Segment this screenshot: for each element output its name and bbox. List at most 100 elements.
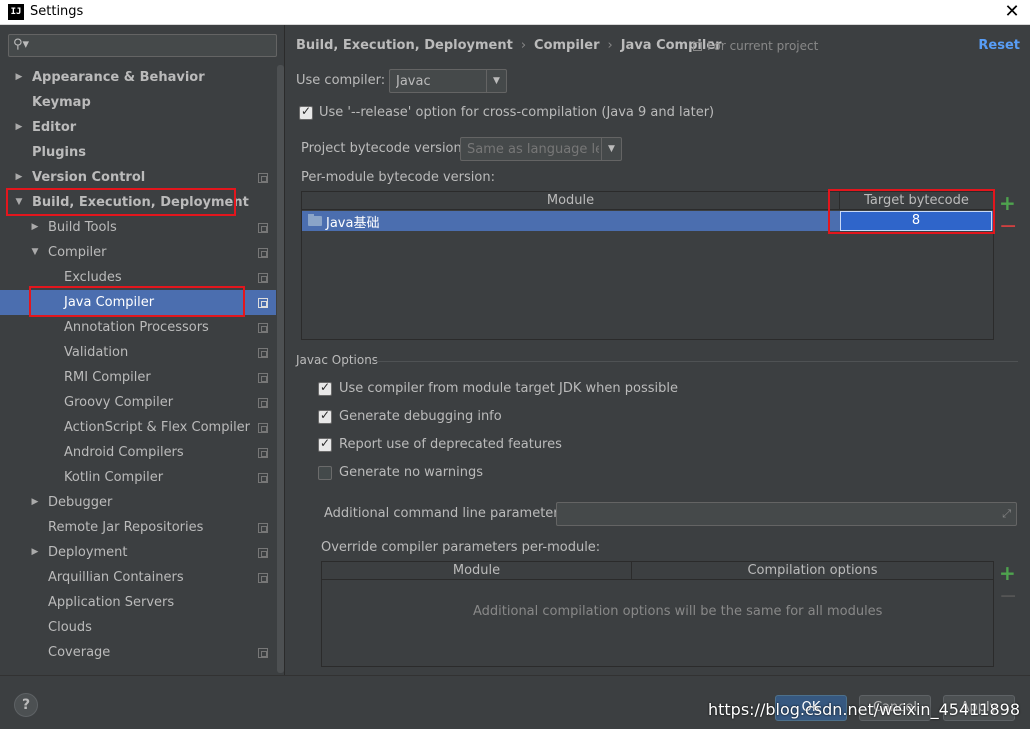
override-label: Override compiler parameters per-module:: [321, 540, 601, 555]
expand-arrow-icon[interactable]: ▶: [13, 165, 25, 190]
release-option-checkbox[interactable]: [299, 104, 313, 120]
project-scope-icon: [258, 548, 268, 558]
sidebar-item-label: Coverage: [48, 645, 111, 660]
expand-arrow-icon[interactable]: ▶: [13, 115, 25, 140]
sidebar-item-coverage[interactable]: Coverage: [0, 640, 276, 665]
project-scope-icon: [258, 398, 268, 408]
sidebar-item-version-control[interactable]: ▶ Version Control: [0, 165, 276, 190]
window-title: Settings: [30, 4, 84, 19]
reset-link[interactable]: Reset: [978, 38, 1020, 53]
debug-info-checkbox[interactable]: [318, 408, 332, 424]
title-bar: IJ Settings ✕: [0, 0, 1030, 25]
project-scope-icon: [258, 223, 268, 233]
debug-info-label: Generate debugging info: [339, 409, 502, 424]
column-header-module[interactable]: Module: [322, 562, 632, 580]
sidebar-item-label: Application Servers: [48, 595, 175, 610]
sidebar-item-android-compilers[interactable]: Android Compilers: [0, 440, 276, 465]
column-header-compilation-options[interactable]: Compilation options: [632, 562, 993, 580]
table-header: Module Compilation options: [322, 562, 993, 580]
sidebar-item-annotation-processors[interactable]: Annotation Processors: [0, 315, 276, 340]
project-bytecode-select[interactable]: Same as language level ▼: [460, 137, 622, 161]
close-window-button[interactable]: ✕: [1002, 1, 1022, 23]
sidebar-item-editor[interactable]: ▶ Editor: [0, 115, 276, 140]
intellij-app-icon: IJ: [8, 4, 24, 20]
search-icon: ⚲▾: [13, 37, 30, 52]
group-divider: [374, 361, 1018, 362]
deprecated-checkbox[interactable]: [318, 436, 332, 452]
sidebar-item-deployment[interactable]: ▶ Deployment: [0, 540, 276, 565]
project-scope-icon: [693, 42, 702, 51]
project-scope-icon: [258, 473, 268, 483]
sidebar-item-validation[interactable]: Validation: [0, 340, 276, 365]
sidebar-item-kotlin-compiler[interactable]: Kotlin Compiler: [0, 465, 276, 490]
sidebar-item-label: Plugins: [32, 145, 86, 160]
help-button[interactable]: ?: [14, 693, 38, 717]
highlight-box: [828, 189, 995, 234]
sidebar-item-label: Validation: [64, 345, 129, 360]
sidebar-item-label: Keymap: [32, 95, 91, 110]
no-warnings-label: Generate no warnings: [339, 465, 484, 480]
breadcrumb-item: Build, Execution, Deployment: [296, 38, 513, 53]
sidebar-item-actionscript-flex-compiler[interactable]: ActionScript & Flex Compiler: [0, 415, 276, 440]
watermark-text: https://blog.csdn.net/weixin_45411898: [707, 700, 1020, 719]
sidebar-item-build-tools[interactable]: ▶ Build Tools: [0, 215, 276, 240]
expand-arrow-icon[interactable]: ▶: [29, 540, 41, 565]
add-override-icon[interactable]: +: [999, 563, 1016, 583]
sidebar-item-clouds[interactable]: Clouds: [0, 615, 276, 640]
use-compiler-select[interactable]: Javac ▼: [389, 69, 507, 93]
sidebar-scrollbar[interactable]: [277, 65, 284, 673]
override-table: Module Compilation options Additional co…: [321, 561, 994, 667]
chevron-down-icon[interactable]: ▼: [486, 70, 506, 92]
expand-arrow-icon[interactable]: ▶: [29, 490, 41, 515]
additional-params-input[interactable]: ⤢: [556, 502, 1017, 526]
dialog-footer: ? OK Cancel Apply https://blog.csdn.net/…: [0, 675, 1030, 729]
sidebar-item-appearance-behavior[interactable]: ▶ Appearance & Behavior: [0, 65, 276, 90]
sidebar-item-groovy-compiler[interactable]: Groovy Compiler: [0, 390, 276, 415]
sidebar-item-label: Compiler: [48, 245, 107, 260]
settings-search-input[interactable]: ⚲▾: [8, 34, 277, 57]
use-module-jdk-label: Use compiler from module target JDK when…: [339, 381, 678, 396]
breadcrumb-separator: ›: [607, 38, 613, 53]
project-scope-icon: [258, 373, 268, 383]
sidebar-item-rmi-compiler[interactable]: RMI Compiler: [0, 365, 276, 390]
javac-options-title: Javac Options: [296, 353, 379, 367]
no-warnings-checkbox[interactable]: [318, 466, 332, 480]
remove-override-icon: −: [999, 584, 1018, 609]
per-module-label: Per-module bytecode version:: [301, 170, 495, 185]
sidebar-item-label: RMI Compiler: [64, 370, 151, 385]
sidebar-item-label: Appearance & Behavior: [32, 70, 205, 85]
project-scope-icon: [258, 448, 268, 458]
highlight-box: [29, 286, 245, 317]
sidebar-item-compiler[interactable]: ▼ Compiler: [0, 240, 276, 265]
sidebar-item-application-servers[interactable]: Application Servers: [0, 590, 276, 615]
use-compiler-value: Javac: [396, 74, 431, 89]
project-scope-icon: [258, 648, 268, 658]
chevron-down-icon[interactable]: ▼: [601, 138, 621, 160]
add-module-icon[interactable]: +: [999, 193, 1016, 213]
empty-table-text: Additional compilation options will be t…: [473, 604, 883, 619]
project-scope-icon: [258, 523, 268, 533]
sidebar-item-plugins[interactable]: Plugins: [0, 140, 276, 165]
project-scope-icon: [258, 573, 268, 583]
expand-icon[interactable]: ⤢: [1002, 507, 1011, 521]
release-option-label: Use '--release' option for cross-compila…: [319, 105, 715, 120]
module-folder-icon: [308, 214, 322, 226]
highlight-box: [6, 188, 236, 216]
sidebar-item-label: Build Tools: [48, 220, 117, 235]
use-module-jdk-checkbox[interactable]: [318, 380, 332, 396]
sidebar-item-label: ActionScript & Flex Compiler: [64, 420, 251, 435]
sidebar-item-label: Deployment: [48, 545, 128, 560]
close-icon[interactable]: ✕: [1004, 1, 1019, 22]
column-header-module[interactable]: Module: [302, 192, 840, 210]
project-bytecode-value: Same as language level: [467, 142, 599, 157]
collapse-arrow-icon[interactable]: ▼: [29, 240, 41, 265]
sidebar-item-keymap[interactable]: Keymap: [0, 90, 276, 115]
remove-module-icon[interactable]: −: [999, 216, 1017, 238]
use-compiler-label: Use compiler:: [296, 73, 386, 88]
sidebar-item-debugger[interactable]: ▶ Debugger: [0, 490, 276, 515]
expand-arrow-icon[interactable]: ▶: [13, 65, 25, 90]
sidebar-item-arquillian-containers[interactable]: Arquillian Containers: [0, 565, 276, 590]
expand-arrow-icon[interactable]: ▶: [29, 215, 41, 240]
java-compiler-panel: Build, Execution, Deployment › Compiler › Ja…: [286, 25, 1030, 675]
sidebar-item-remote-jar-repositories[interactable]: Remote Jar Repositories: [0, 515, 276, 540]
